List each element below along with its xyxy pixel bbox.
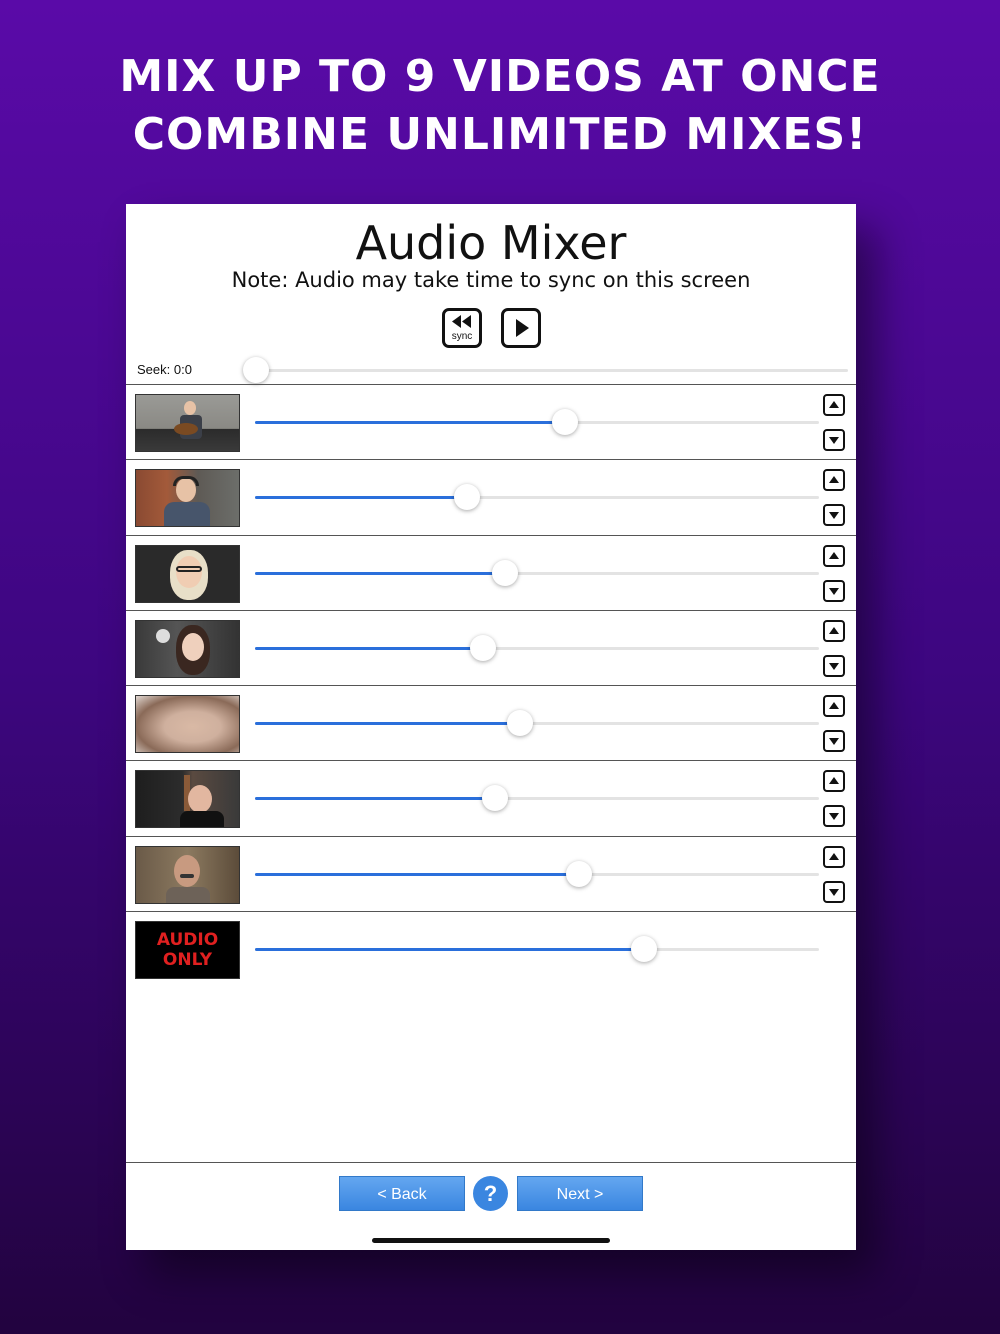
track-row bbox=[126, 459, 856, 534]
move-up-button[interactable] bbox=[823, 695, 845, 718]
move-up-button[interactable] bbox=[823, 619, 845, 642]
track-thumbnail bbox=[135, 544, 240, 603]
track-row bbox=[126, 609, 856, 685]
move-down-button[interactable] bbox=[823, 805, 845, 828]
caret-down-icon bbox=[829, 662, 839, 670]
track-thumbnail bbox=[135, 770, 240, 829]
play-icon bbox=[516, 319, 529, 337]
caret-up-icon bbox=[829, 626, 839, 634]
move-up-button[interactable] bbox=[823, 469, 845, 492]
sync-note: Note: Audio may take time to sync on thi… bbox=[231, 268, 751, 292]
footer-divider bbox=[126, 1162, 856, 1163]
move-down-button[interactable] bbox=[823, 504, 845, 527]
volume-slider[interactable] bbox=[255, 409, 819, 435]
caret-up-icon bbox=[829, 852, 839, 860]
track-list: AUDIO ONLY bbox=[126, 384, 856, 986]
volume-slider-thumb[interactable] bbox=[566, 860, 592, 887]
volume-slider-thumb[interactable] bbox=[631, 936, 657, 963]
volume-slider-thumb[interactable] bbox=[492, 559, 518, 586]
audio-mixer-screen: Audio Mixer Note: Audio may take time to… bbox=[126, 204, 856, 1250]
track-row bbox=[126, 760, 856, 835]
audio-only-text-1: AUDIO bbox=[156, 930, 219, 951]
track-row bbox=[126, 835, 856, 911]
promo-line-2: COMBINE UNLIMITED MIXES! bbox=[132, 109, 868, 160]
track-thumbnail bbox=[135, 845, 240, 904]
track-row bbox=[126, 685, 856, 760]
move-down-button[interactable] bbox=[823, 429, 845, 451]
volume-slider[interactable] bbox=[255, 936, 819, 963]
move-up-button[interactable] bbox=[823, 394, 845, 416]
caret-down-icon bbox=[829, 587, 839, 595]
caret-down-icon bbox=[829, 888, 839, 896]
seek-slider-thumb[interactable] bbox=[243, 357, 269, 383]
volume-slider[interactable] bbox=[255, 559, 819, 586]
caret-up-icon bbox=[829, 777, 839, 785]
move-up-button[interactable] bbox=[823, 770, 845, 793]
track-thumbnail bbox=[135, 619, 240, 678]
transport-controls: sync bbox=[126, 308, 856, 352]
volume-slider[interactable] bbox=[255, 710, 819, 737]
volume-slider[interactable] bbox=[255, 860, 819, 887]
move-down-button[interactable] bbox=[823, 579, 845, 602]
caret-up-icon bbox=[829, 702, 839, 710]
volume-slider[interactable] bbox=[255, 634, 819, 661]
move-down-button[interactable] bbox=[823, 730, 845, 753]
move-up-button[interactable] bbox=[823, 845, 845, 868]
volume-slider-thumb[interactable] bbox=[470, 634, 496, 661]
track-thumbnail bbox=[135, 394, 240, 452]
audio-only-thumbnail: AUDIO ONLY bbox=[135, 921, 240, 980]
track-row bbox=[126, 534, 856, 610]
caret-down-icon bbox=[829, 512, 839, 520]
promo-line-1: MIX UP TO 9 VIDEOS AT ONCE bbox=[119, 51, 881, 102]
move-down-button[interactable] bbox=[823, 654, 845, 677]
promo-headline: MIX UP TO 9 VIDEOS AT ONCE COMBINE UNLIM… bbox=[0, 48, 1000, 164]
track-row bbox=[126, 384, 856, 459]
track-row: AUDIO ONLY bbox=[126, 911, 856, 986]
sync-label: sync bbox=[451, 331, 473, 342]
back-button[interactable]: < Back bbox=[339, 1176, 465, 1211]
seek-slider[interactable] bbox=[248, 369, 848, 372]
move-down-button[interactable] bbox=[823, 880, 845, 903]
volume-slider[interactable] bbox=[255, 785, 819, 812]
volume-slider-thumb[interactable] bbox=[454, 484, 480, 511]
move-up-button[interactable] bbox=[823, 544, 845, 567]
caret-up-icon bbox=[829, 551, 839, 559]
caret-down-icon bbox=[829, 813, 839, 821]
volume-slider-thumb[interactable] bbox=[552, 409, 578, 435]
home-indicator bbox=[372, 1238, 610, 1243]
play-button[interactable] bbox=[501, 308, 541, 348]
caret-up-icon bbox=[829, 476, 839, 484]
help-button[interactable]: ? bbox=[473, 1176, 508, 1211]
track-thumbnail bbox=[135, 469, 240, 528]
audio-only-text-2: ONLY bbox=[162, 950, 213, 971]
caret-down-icon bbox=[829, 437, 839, 444]
next-button[interactable]: Next > bbox=[517, 1176, 643, 1211]
volume-slider-thumb[interactable] bbox=[482, 785, 508, 812]
track-thumbnail bbox=[135, 695, 240, 754]
seek-label: Seek: 0:0 bbox=[137, 362, 192, 377]
page-title: Audio Mixer bbox=[355, 216, 627, 270]
volume-slider-thumb[interactable] bbox=[507, 710, 533, 737]
caret-down-icon bbox=[829, 738, 839, 746]
volume-slider[interactable] bbox=[255, 484, 819, 511]
caret-up-icon bbox=[829, 401, 839, 408]
rewind-sync-button[interactable]: sync bbox=[442, 308, 482, 348]
